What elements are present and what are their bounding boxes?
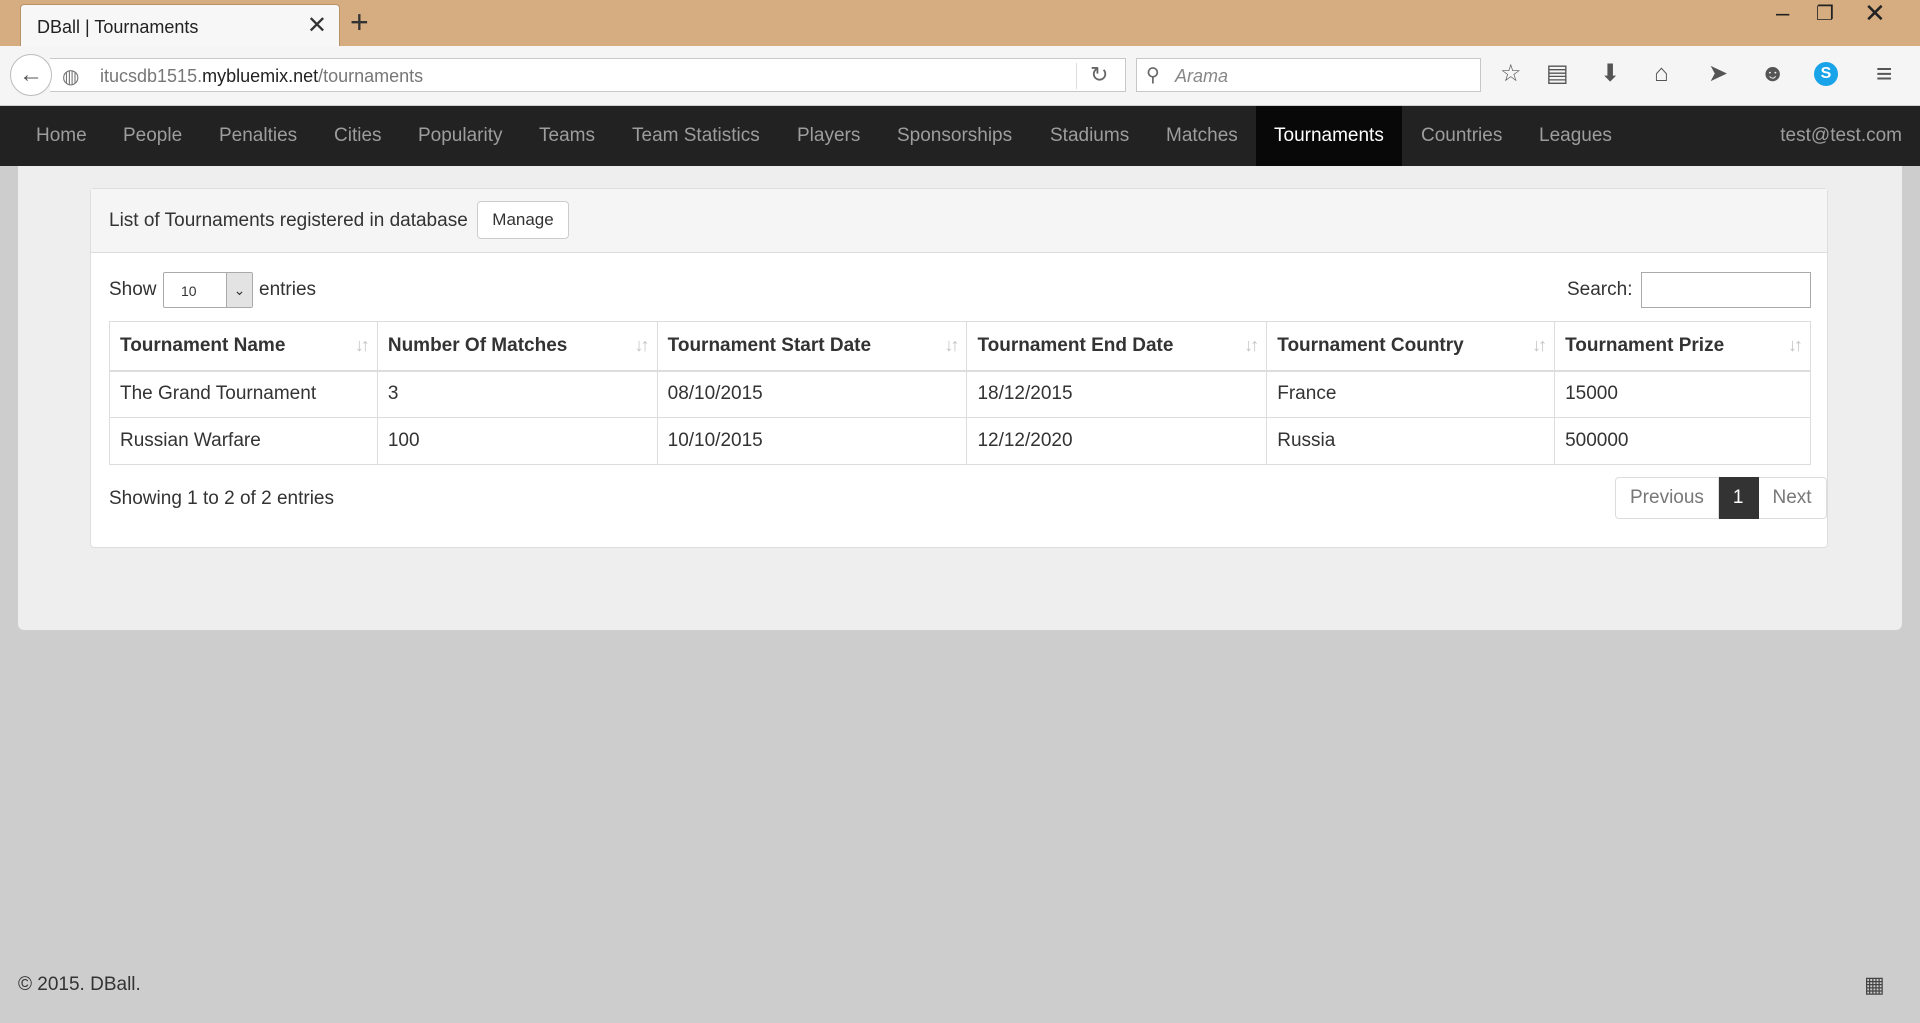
cell-start-date: 08/10/2015 bbox=[656, 370, 968, 418]
main-content: List of Tournaments registered in databa… bbox=[18, 166, 1902, 630]
table-row: Russian Warfare 100 10/10/2015 12/12/202… bbox=[109, 417, 1811, 465]
search-label: Search: bbox=[1567, 279, 1633, 300]
download-icon[interactable]: ⬇ bbox=[1600, 62, 1620, 86]
chat-icon[interactable]: ☻ bbox=[1760, 62, 1785, 86]
nav-cities[interactable]: Cities bbox=[334, 106, 382, 166]
browser-search-field[interactable]: ⚲ Arama bbox=[1136, 58, 1481, 92]
window-close-icon[interactable]: ✕ bbox=[1864, 0, 1886, 26]
back-button[interactable]: ← bbox=[10, 54, 52, 96]
reading-list-icon[interactable]: ▤ bbox=[1546, 62, 1569, 86]
home-icon[interactable]: ⌂ bbox=[1654, 62, 1669, 86]
search-icon: ⚲ bbox=[1146, 65, 1160, 86]
manage-button[interactable]: Manage bbox=[477, 201, 569, 239]
nav-stadiums[interactable]: Stadiums bbox=[1050, 106, 1129, 166]
cell-country: Russia bbox=[1266, 417, 1556, 465]
browser-tab[interactable]: DBall | Tournaments ✕ bbox=[20, 4, 340, 46]
nav-tournaments[interactable]: Tournaments bbox=[1256, 106, 1402, 166]
nav-home[interactable]: Home bbox=[36, 106, 87, 166]
tournaments-table: Tournament Name ↓↑ Number Of Matches ↓↑ To… bbox=[109, 321, 1811, 465]
nav-players[interactable]: Players bbox=[797, 106, 860, 166]
cell-tournament-name: The Grand Tournament bbox=[109, 370, 378, 418]
address-bar[interactable]: ◍ itucsdb1515.mybluemix.net/tournaments … bbox=[50, 58, 1126, 92]
column-header-prize[interactable]: Tournament Prize ↓↑ bbox=[1554, 321, 1811, 372]
browser-titlebar: DBall | Tournaments ✕ + – ❐ ✕ bbox=[0, 0, 1920, 46]
sort-icon: ↓↑ bbox=[354, 335, 370, 355]
pagination: Previous 1 Next bbox=[1615, 477, 1827, 519]
nav-countries[interactable]: Countries bbox=[1421, 106, 1502, 166]
column-header-country[interactable]: Tournament Country ↓↑ bbox=[1266, 321, 1556, 372]
url-text[interactable]: itucsdb1515.mybluemix.net/tournaments bbox=[100, 66, 423, 87]
panel-title: List of Tournaments registered in databa… bbox=[109, 210, 468, 231]
tournaments-panel: List of Tournaments registered in databa… bbox=[90, 188, 1828, 548]
cell-number-of-matches: 100 bbox=[376, 417, 658, 465]
pagination-previous[interactable]: Previous bbox=[1615, 477, 1719, 519]
sort-icon: ↓↑ bbox=[1788, 335, 1803, 355]
table-header-row: Tournament Name ↓↑ Number Of Matches ↓↑ To… bbox=[109, 321, 1811, 372]
nav-team-statistics[interactable]: Team Statistics bbox=[632, 106, 760, 166]
cell-end-date: 12/12/2020 bbox=[966, 417, 1268, 465]
entries-select-value: 10 bbox=[181, 283, 197, 299]
cell-start-date: 10/10/2015 bbox=[656, 417, 968, 465]
nav-popularity[interactable]: Popularity bbox=[418, 106, 503, 166]
column-header-tournament-name[interactable]: Tournament Name ↓↑ bbox=[109, 321, 378, 372]
column-header-end-date[interactable]: Tournament End Date ↓↑ bbox=[966, 321, 1268, 372]
bookmark-star-icon[interactable]: ☆ bbox=[1500, 62, 1522, 86]
table-search-input[interactable] bbox=[1641, 272, 1811, 308]
pagination-next[interactable]: Next bbox=[1758, 477, 1827, 519]
footer-copyright: © 2015. DBall. bbox=[18, 974, 141, 995]
nav-matches[interactable]: Matches bbox=[1166, 106, 1238, 166]
cell-tournament-name: Russian Warfare bbox=[109, 417, 378, 465]
send-icon[interactable]: ➤ bbox=[1708, 62, 1728, 86]
site-navbar: Home People Penalties Cities Popularity … bbox=[0, 106, 1920, 166]
qr-code-icon[interactable]: ▦ bbox=[1864, 974, 1885, 996]
new-tab-icon[interactable]: + bbox=[350, 6, 369, 38]
entries-per-page-select[interactable]: 10 ⌄ bbox=[163, 272, 253, 308]
sort-icon: ↓↑ bbox=[1244, 335, 1259, 355]
user-email-link[interactable]: test@test.com bbox=[1780, 106, 1902, 166]
tab-close-icon[interactable]: ✕ bbox=[307, 14, 327, 38]
cell-country: France bbox=[1266, 370, 1556, 418]
nav-teams[interactable]: Teams bbox=[539, 106, 595, 166]
nav-penalties[interactable]: Penalties bbox=[219, 106, 297, 166]
tab-title: DBall | Tournaments bbox=[37, 17, 199, 37]
reload-icon[interactable]: ↻ bbox=[1090, 62, 1108, 88]
globe-icon: ◍ bbox=[62, 66, 80, 88]
pagination-current-page[interactable]: 1 bbox=[1718, 477, 1759, 519]
skype-icon[interactable]: S bbox=[1814, 62, 1838, 86]
column-header-start-date[interactable]: Tournament Start Date ↓↑ bbox=[656, 321, 968, 372]
cell-prize: 15000 bbox=[1554, 370, 1811, 418]
entries-label: entries bbox=[259, 279, 317, 300]
nav-sponsorships[interactable]: Sponsorships bbox=[897, 106, 1012, 166]
sort-icon: ↓↑ bbox=[1532, 335, 1547, 355]
table-row: The Grand Tournament 3 08/10/2015 18/12/… bbox=[109, 370, 1811, 418]
window-restore-icon[interactable]: ❐ bbox=[1816, 4, 1834, 24]
url-divider bbox=[1076, 63, 1077, 89]
window-minimize-icon[interactable]: – bbox=[1776, 2, 1789, 26]
search-placeholder: Arama bbox=[1175, 66, 1229, 86]
arrow-left-icon: ← bbox=[19, 61, 43, 88]
nav-leagues[interactable]: Leagues bbox=[1539, 106, 1612, 166]
panel-heading: List of Tournaments registered in databa… bbox=[91, 189, 1827, 253]
browser-toolbar: ◍ itucsdb1515.mybluemix.net/tournaments … bbox=[0, 46, 1920, 106]
table-info-text: Showing 1 to 2 of 2 entries bbox=[109, 488, 334, 509]
cell-number-of-matches: 3 bbox=[376, 370, 658, 418]
sort-icon: ↓↑ bbox=[634, 335, 650, 355]
hamburger-menu-icon[interactable]: ≡ bbox=[1876, 60, 1892, 88]
cell-prize: 500000 bbox=[1554, 417, 1811, 465]
nav-people[interactable]: People bbox=[123, 106, 182, 166]
column-header-number-of-matches[interactable]: Number Of Matches ↓↑ bbox=[376, 321, 658, 372]
chevron-down-icon: ⌄ bbox=[226, 273, 252, 307]
sort-icon: ↓↑ bbox=[944, 335, 959, 355]
show-label: Show bbox=[109, 279, 157, 300]
cell-end-date: 18/12/2015 bbox=[966, 370, 1268, 418]
